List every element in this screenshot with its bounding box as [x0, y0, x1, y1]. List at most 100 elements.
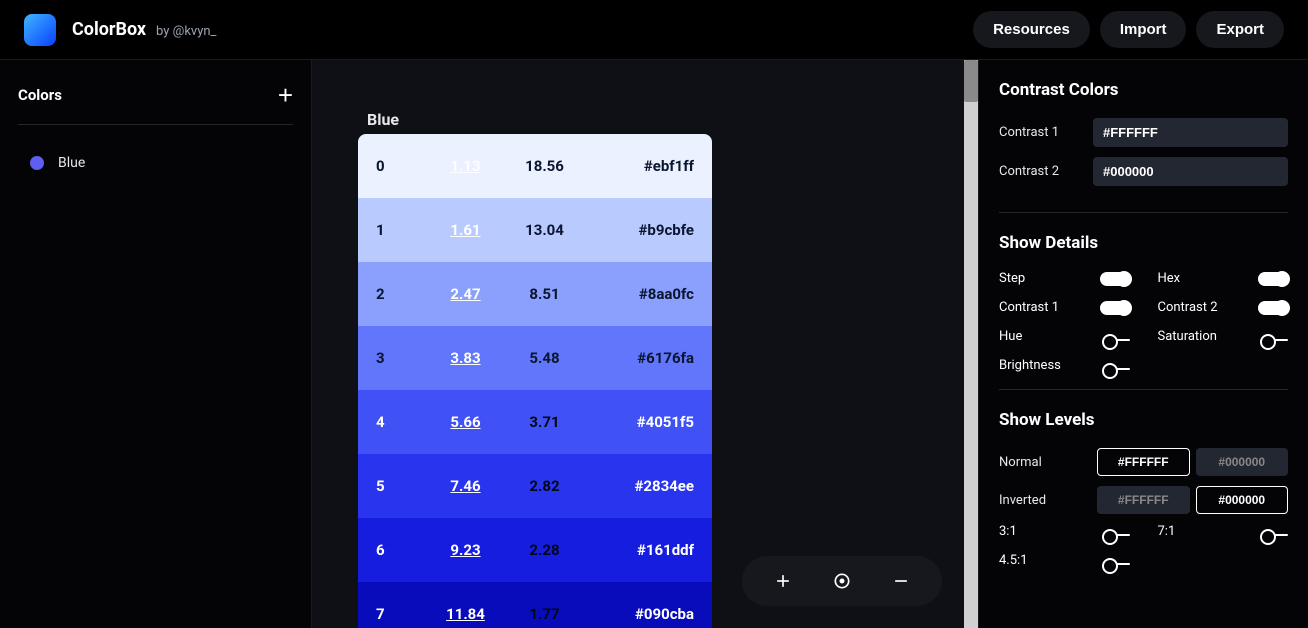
toggle-brightness[interactable] [1104, 368, 1130, 370]
contrast2-value: 2.28 [505, 541, 584, 559]
app-byline: by @kvyn_ [156, 24, 216, 39]
toggle-row: Hex [1158, 271, 1289, 286]
step-value: 0 [376, 157, 426, 175]
palette-row[interactable]: 45.663.71#4051f5 [358, 390, 712, 454]
contrast-heading: Contrast Colors [999, 80, 1288, 100]
normal-black-button[interactable]: #000000 [1196, 448, 1289, 476]
toggle-row: Contrast 1 [999, 300, 1130, 315]
toggle-ratio[interactable] [1104, 563, 1130, 565]
toggle-label: Contrast 1 [999, 300, 1059, 315]
palette-row[interactable]: 01.1318.56#ebf1ff [358, 134, 712, 198]
contrast2-value: 8.51 [505, 285, 584, 303]
levels-section: Show Levels Normal #FFFFFF #000000 Inver… [999, 410, 1288, 584]
hex-value: #b9cbfe [584, 221, 694, 239]
palette-row[interactable]: 711.841.77#090cba [358, 582, 712, 628]
ratio-label: 7:1 [1158, 524, 1176, 539]
toggle-hex[interactable] [1258, 272, 1288, 286]
view-toolbar [742, 556, 942, 606]
contrast-2-label: Contrast 2 [999, 164, 1081, 179]
contrast-section: Contrast Colors Contrast 1 Contrast 2 [999, 80, 1288, 213]
palette-row[interactable]: 11.6113.04#b9cbfe [358, 198, 712, 262]
sidebar-left: Colors + Blue [0, 60, 312, 628]
contrast2-value: 5.48 [505, 349, 584, 367]
contrast2-value: 3.71 [505, 413, 584, 431]
details-heading: Show Details [999, 233, 1288, 253]
toggle-grid: Step Hex Contrast 1 Contrast 2 Hue Saturation… [999, 271, 1288, 373]
toggle-label: Hue [999, 329, 1022, 344]
brand: ColorBox by @kvyn_ [24, 14, 216, 46]
step-value: 3 [376, 349, 426, 367]
toggle-row: 7:1 [1158, 524, 1289, 539]
toggle-row: Contrast 2 [1158, 300, 1289, 315]
main-canvas[interactable]: Blue 01.1318.56#ebf1ff11.6113.04#b9cbfe2… [312, 60, 978, 628]
center-button[interactable] [827, 566, 857, 596]
contrast1-value: 2.47 [426, 285, 505, 303]
import-button[interactable]: Import [1100, 11, 1187, 48]
step-value: 2 [376, 285, 426, 303]
toggle-step[interactable] [1100, 272, 1130, 286]
palette-row[interactable]: 33.835.48#6176fa [358, 326, 712, 390]
contrast1-value: 1.13 [426, 157, 505, 175]
swatch-icon [30, 156, 44, 170]
step-value: 5 [376, 477, 426, 495]
toggle-row: Brightness [999, 358, 1130, 373]
inverted-white-button[interactable]: #FFFFFF [1097, 486, 1190, 514]
hex-value: #161ddf [584, 541, 694, 559]
contrast-1-label: Contrast 1 [999, 125, 1081, 140]
toggle-contrast-1[interactable] [1100, 301, 1130, 315]
toggle-label: Hex [1158, 271, 1181, 286]
colors-title: Colors [18, 86, 62, 104]
brand-text: ColorBox by @kvyn_ [72, 19, 216, 40]
contrast2-value: 2.82 [505, 477, 584, 495]
add-color-button[interactable]: + [278, 82, 293, 108]
contrast1-value: 5.66 [426, 413, 505, 431]
palette-row[interactable]: 69.232.28#161ddf [358, 518, 712, 582]
contrast2-value: 13.04 [505, 221, 584, 239]
toggle-row: Hue [999, 329, 1130, 344]
levels-heading: Show Levels [999, 410, 1288, 430]
logo-icon [24, 14, 56, 46]
toggle-row: 4.5:1 [999, 553, 1130, 568]
colors-header: Colors + [18, 82, 293, 125]
hex-value: #4051f5 [584, 413, 694, 431]
zoom-out-button[interactable] [886, 566, 916, 596]
resources-button[interactable]: Resources [973, 11, 1090, 48]
palette-row[interactable]: 22.478.51#8aa0fc [358, 262, 712, 326]
step-value: 6 [376, 541, 426, 559]
inverted-black-button[interactable]: #000000 [1196, 486, 1289, 514]
ratio-grid: 3:1 7:1 4.5:1 [999, 524, 1288, 568]
scrollbar[interactable] [964, 60, 978, 628]
step-value: 4 [376, 413, 426, 431]
sidebar-item-blue[interactable]: Blue [18, 149, 293, 177]
details-section: Show Details Step Hex Contrast 1 Contrast 2… [999, 233, 1288, 390]
contrast1-value: 3.83 [426, 349, 505, 367]
toggle-ratio[interactable] [1104, 534, 1130, 536]
hex-value: #ebf1ff [584, 157, 694, 175]
step-value: 1 [376, 221, 426, 239]
app-title: ColorBox [72, 19, 146, 40]
toggle-hue[interactable] [1104, 339, 1130, 341]
normal-label: Normal [999, 455, 1085, 470]
panel-right: Contrast Colors Contrast 1 Contrast 2 Sh… [978, 60, 1308, 628]
toggle-saturation[interactable] [1262, 339, 1288, 341]
header-actions: Resources Import Export [973, 11, 1284, 48]
color-list: Blue [18, 149, 293, 177]
step-value: 7 [376, 605, 426, 623]
toggle-contrast-2[interactable] [1258, 301, 1288, 315]
ratio-label: 3:1 [999, 524, 1017, 539]
contrast1-value: 11.84 [426, 605, 505, 623]
contrast1-value: 9.23 [426, 541, 505, 559]
normal-white-button[interactable]: #FFFFFF [1097, 448, 1190, 476]
export-button[interactable]: Export [1196, 11, 1284, 48]
toggle-row: Saturation [1158, 329, 1289, 344]
contrast-1-input[interactable] [1093, 118, 1288, 147]
hex-value: #8aa0fc [584, 285, 694, 303]
toggle-label: Step [999, 271, 1025, 286]
hex-value: #090cba [584, 605, 694, 623]
contrast-2-input[interactable] [1093, 157, 1288, 186]
zoom-in-button[interactable] [768, 566, 798, 596]
toggle-ratio[interactable] [1262, 534, 1288, 536]
scrollbar-thumb[interactable] [964, 60, 978, 102]
palette-row[interactable]: 57.462.82#2834ee [358, 454, 712, 518]
toggle-label: Brightness [999, 358, 1061, 373]
